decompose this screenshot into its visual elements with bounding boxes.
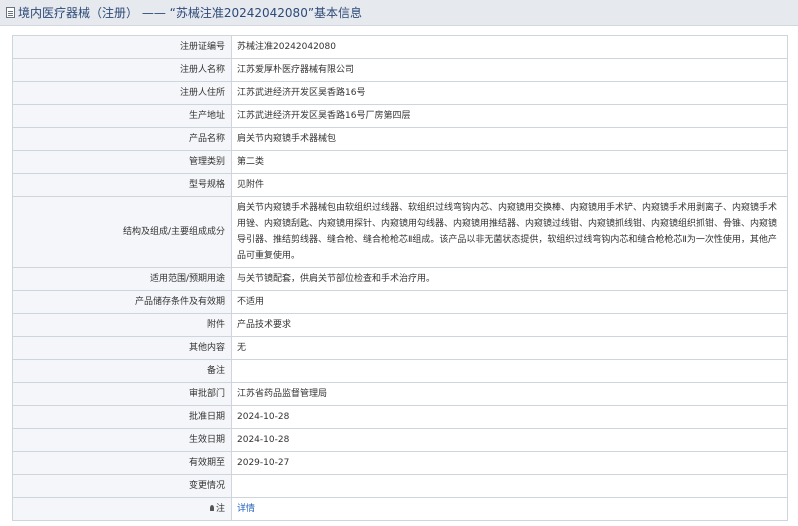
table-row: 型号规格 见附件 (12, 173, 788, 197)
row-label: 产品储存条件及有效期 (12, 290, 232, 314)
row-value: 江苏武进经济开发区昊香路16号 (231, 81, 788, 105)
row-value: 肩关节内窥镜手术器械包 (231, 127, 788, 151)
row-value (231, 359, 788, 383)
table-row: 注册人名称 江苏爱厚朴医疗器械有限公司 (12, 58, 788, 82)
page-title: 境内医疗器械（注册） —— “苏械注准20242042080”基本信息 (18, 6, 363, 20)
table-row: 生效日期 2024-10-28 (12, 428, 788, 452)
table-row: 审批部门 江苏省药品监督管理局 (12, 382, 788, 406)
row-value: 肩关节内窥镜手术器械包由软组织过线器、软组织过线弯钩内芯、内窥镜用交换棒、内窥镜… (231, 196, 788, 268)
row-value: 2024-10-28 (231, 428, 788, 452)
details-link[interactable]: 详情 (237, 504, 255, 514)
row-value (231, 474, 788, 498)
row-value: 见附件 (231, 173, 788, 197)
row-label: 型号规格 (12, 173, 232, 197)
row-label: 批准日期 (12, 405, 232, 429)
row-label: 适用范围/预期用途 (12, 267, 232, 291)
table-row: 结构及组成/主要组成成分 肩关节内窥镜手术器械包由软组织过线器、软组织过线弯钩内… (12, 196, 788, 268)
row-value: 江苏武进经济开发区昊香路16号厂房第四层 (231, 104, 788, 128)
pin-icon (209, 504, 214, 511)
info-table: 注册证编号 苏械注准20242042080 注册人名称 江苏爱厚朴医疗器械有限公… (12, 35, 788, 521)
row-label: 结构及组成/主要组成成分 (12, 196, 232, 268)
table-row: 管理类别 第二类 (12, 150, 788, 174)
row-value: 2024-10-28 (231, 405, 788, 429)
table-row: 产品名称 肩关节内窥镜手术器械包 (12, 127, 788, 151)
row-label: 审批部门 (12, 382, 232, 406)
note-row: 注 详情 (12, 497, 788, 521)
row-label: 备注 (12, 359, 232, 383)
row-label: 管理类别 (12, 150, 232, 174)
table-row: 附件 产品技术要求 (12, 313, 788, 337)
table-row: 生产地址 江苏武进经济开发区昊香路16号厂房第四层 (12, 104, 788, 128)
table-row: 产品储存条件及有效期 不适用 (12, 290, 788, 314)
row-label: 注册人住所 (12, 81, 232, 105)
row-label: 附件 (12, 313, 232, 337)
info-table-container: 注册证编号 苏械注准20242042080 注册人名称 江苏爱厚朴医疗器械有限公… (12, 35, 788, 521)
table-row: 其他内容 无 (12, 336, 788, 360)
row-value: 产品技术要求 (231, 313, 788, 337)
table-row: 变更情况 (12, 474, 788, 498)
page-header: 境内医疗器械（注册） —— “苏械注准20242042080”基本信息 (0, 0, 798, 26)
note-label: 注 (215, 503, 225, 514)
table-row: 批准日期 2024-10-28 (12, 405, 788, 429)
row-value: 江苏省药品监督管理局 (231, 382, 788, 406)
table-row: 有效期至 2029-10-27 (12, 451, 788, 475)
row-label: 其他内容 (12, 336, 232, 360)
table-row: 注册证编号 苏械注准20242042080 (12, 35, 788, 59)
row-label: 生效日期 (12, 428, 232, 452)
table-row: 备注 (12, 359, 788, 383)
row-label: 产品名称 (12, 127, 232, 151)
row-value: 2029-10-27 (231, 451, 788, 475)
row-value: 无 (231, 336, 788, 360)
row-value: 与关节镜配套，供肩关节部位检查和手术治疗用。 (231, 267, 788, 291)
table-row: 适用范围/预期用途 与关节镜配套，供肩关节部位检查和手术治疗用。 (12, 267, 788, 291)
row-label: 变更情况 (12, 474, 232, 498)
row-value: 不适用 (231, 290, 788, 314)
row-label: 生产地址 (12, 104, 232, 128)
row-label: 注册证编号 (12, 35, 232, 59)
document-icon (6, 7, 15, 18)
row-label: 有效期至 (12, 451, 232, 475)
row-value: 第二类 (231, 150, 788, 174)
note-label-cell: 注 (12, 497, 232, 521)
row-label: 注册人名称 (12, 58, 232, 82)
table-row: 注册人住所 江苏武进经济开发区昊香路16号 (12, 81, 788, 105)
row-value: 苏械注准20242042080 (231, 35, 788, 59)
row-value: 江苏爱厚朴医疗器械有限公司 (231, 58, 788, 82)
note-value-cell: 详情 (231, 497, 788, 521)
